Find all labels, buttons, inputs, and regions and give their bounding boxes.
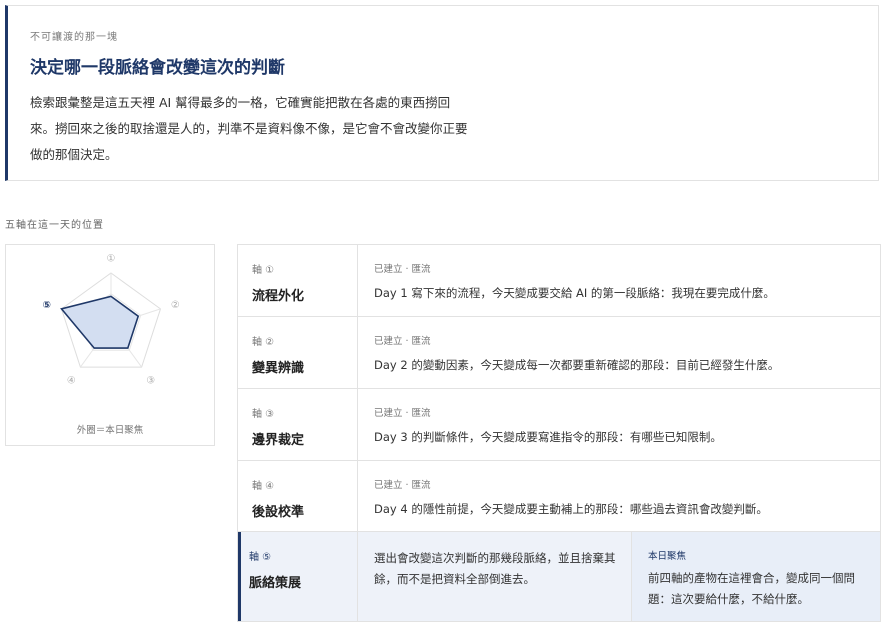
radar-axis-marker: ① [107, 253, 116, 264]
radar-caption: 外圈＝本日聚焦 [76, 425, 144, 436]
axis-name: 變異辨識 [252, 361, 305, 376]
axis-row-3: 軸 ③ 邊界裁定 已建立 · 匯流 Day 3 的判斷條件，今天變成要寫進指令的… [238, 389, 880, 461]
axis-name: 後設校準 [252, 505, 305, 520]
radar-axis-marker: ③ [146, 376, 155, 387]
axis-number: 軸 ① [252, 265, 275, 276]
axis-number: 軸 ⑤ [249, 552, 272, 563]
axis-row-2: 軸 ② 變異辨識 已建立 · 匯流 Day 2 的變動因素，今天變成每一次都要重… [238, 317, 880, 389]
callout-body: 檢索跟彙整是這五天裡 AI 幫得最多的一格，它確實能把散在各處的東西撈回來。撈回… [30, 95, 468, 162]
radar-data-polygon [60, 295, 140, 349]
axis-row-focus: 軸 ⑤ 脈絡策展 選出會改變這次判斷的那幾段脈絡，並且捨棄其餘，而不是把資料全部… [238, 532, 880, 621]
axis-description: Day 3 的判斷條件，今天變成要寫進指令的那段：有哪些已知限制。 [374, 430, 722, 444]
focus-description: 選出會改變這次判斷的那幾段脈絡，並且捨棄其餘，而不是把資料全部倒進去。 [374, 551, 616, 586]
radar-panel: ① ② ③ ④ ⑤ 外圈＝本日聚焦 [5, 244, 215, 446]
axis-row-1: 軸 ① 流程外化 已建立 · 匯流 Day 1 寫下來的流程，今天變成要交給 A… [238, 245, 880, 317]
radar-chart: ① ② ③ ④ ⑤ [42, 253, 180, 387]
principle-callout: 不可讓渡的那一塊 決定哪一段脈絡會改變這次的判斷 檢索跟彙整是這五天裡 AI 幫… [5, 5, 879, 181]
radar-axis-marker: ② [171, 300, 180, 311]
radar-axis-marker: ④ [67, 376, 76, 387]
radar-axis-marker: ⑤ [42, 300, 50, 311]
axis-number: 軸 ④ [252, 481, 275, 492]
axis-row-4: 軸 ④ 後設校準 已建立 · 匯流 Day 4 的隱性前提，今天變成要主動補上的… [238, 461, 880, 532]
axis-number: 軸 ② [252, 337, 275, 348]
callout-eyebrow: 不可讓渡的那一塊 [30, 32, 118, 43]
axis-name: 流程外化 [252, 289, 305, 304]
status-text: 已建立 · 匯流 [374, 480, 431, 491]
axis-cell [238, 317, 358, 388]
status-text: 已建立 · 匯流 [374, 408, 431, 419]
section-label: 五軸在這一天的位置 [5, 220, 104, 231]
axis-cell [238, 461, 358, 531]
callout-title: 決定哪一段脈絡會改變這次的判斷 [30, 58, 285, 78]
axis-description: Day 2 的變動因素，今天變成每一次都要重新確認的那段：目前已經發生什麼。 [374, 358, 780, 372]
focus-badge: 本日聚焦 [648, 551, 687, 562]
axis-description: Day 1 寫下來的流程，今天變成要交給 AI 的第一段脈絡：我現在要完成什麼。 [374, 286, 775, 300]
status-text: 已建立 · 匯流 [374, 336, 431, 347]
focus-note: 前四軸的產物在這裡會合，變成同一個問題：這次要給什麼，不給什麼。 [648, 571, 855, 606]
axis-description: Day 4 的隱性前提，今天變成要主動補上的那段：哪些過去資訊會改變判斷。 [374, 502, 768, 516]
axis-table: 軸 ① 流程外化 已建立 · 匯流 Day 1 寫下來的流程，今天變成要交給 A… [237, 244, 881, 622]
axis-number: 軸 ③ [252, 409, 275, 420]
axis-name: 脈絡策展 [249, 576, 302, 591]
status-text: 已建立 · 匯流 [374, 264, 431, 275]
axis-name: 邊界裁定 [252, 433, 305, 448]
axis-cell [238, 245, 358, 316]
axis-cell [238, 389, 358, 460]
